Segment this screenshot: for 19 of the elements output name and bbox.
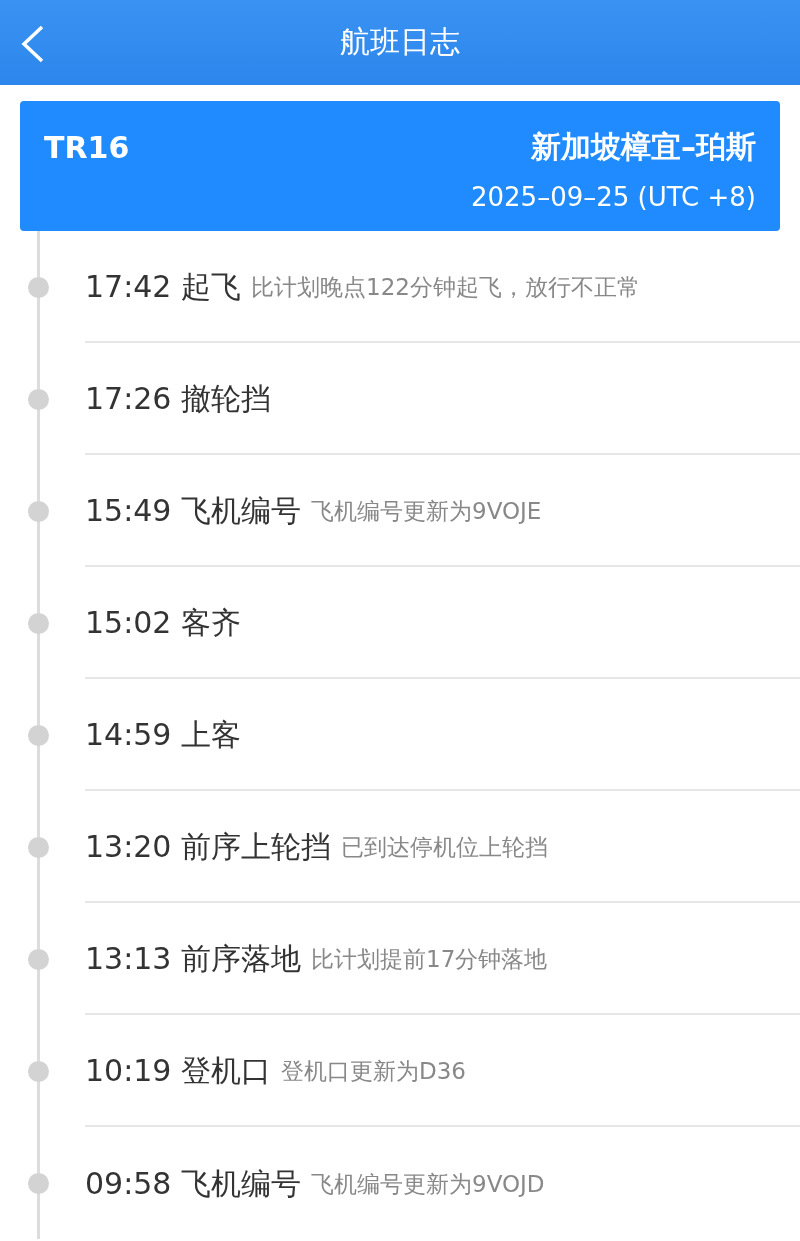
event-detail: 飞机编号更新为9VOJE <box>311 496 542 526</box>
event-title: 13:20 前序上轮挡 <box>85 827 331 866</box>
event-detail: 比计划晚点122分钟起飞，放行不正常 <box>251 272 640 302</box>
event-detail: 飞机编号更新为9VOJD <box>311 1169 545 1199</box>
event-detail: 比计划提前17分钟落地 <box>311 944 548 974</box>
event-title: 09:58 飞机编号 <box>85 1164 301 1203</box>
event-title: 10:19 登机口 <box>85 1051 271 1090</box>
flight-route: 新加坡樟宜–珀斯 <box>531 128 756 166</box>
event-title: 14:59 上客 <box>85 715 241 754</box>
page-title: 航班日志 <box>340 23 460 61</box>
event-detail: 登机口更新为D36 <box>281 1056 466 1086</box>
flight-number: TR16 <box>44 130 130 165</box>
event-title: 15:49 飞机编号 <box>85 491 301 530</box>
event-title: 17:26 撤轮挡 <box>85 379 271 418</box>
event-title: 15:02 客齐 <box>85 603 241 642</box>
event-title: 17:42 起飞 <box>85 267 241 306</box>
event-detail: 已到达停机位上轮挡 <box>341 832 548 862</box>
event-title: 13:13 前序落地 <box>85 939 301 978</box>
flight-date: 2025–09–25 (UTC +8) <box>469 182 756 212</box>
